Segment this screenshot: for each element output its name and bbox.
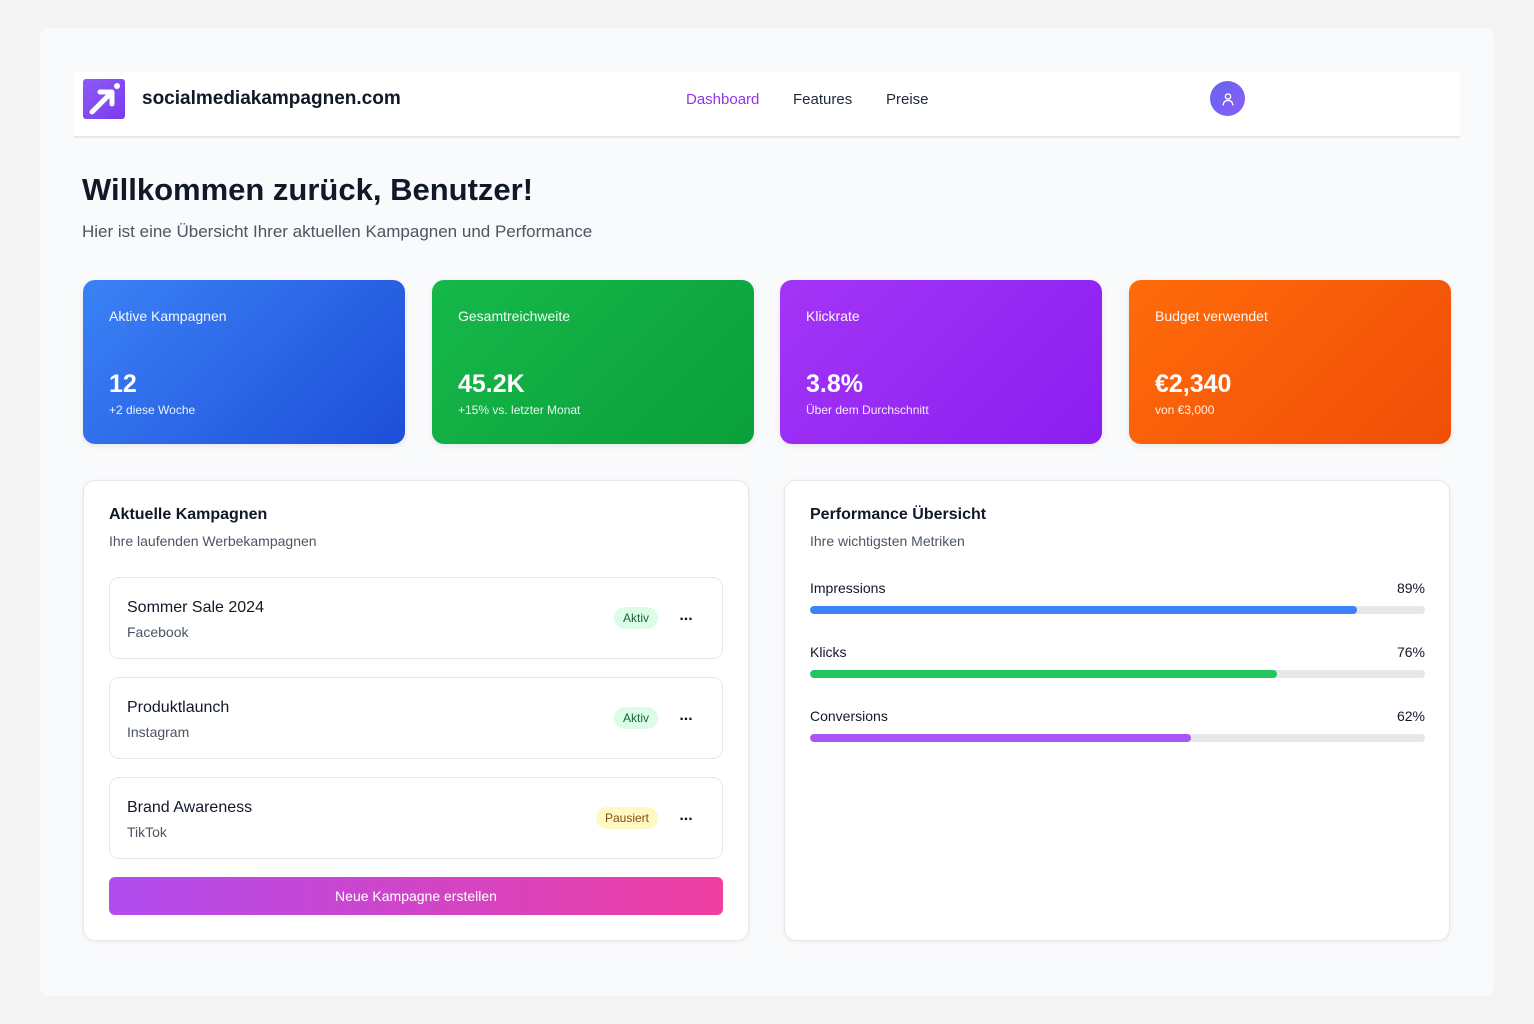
progress-track [810,606,1425,614]
campaign-platform: Instagram [127,724,190,740]
campaign-platform: TikTok [127,824,167,840]
more-options-icon[interactable]: ... [676,705,696,731]
nav-features[interactable]: Features [793,91,852,108]
stat-label: Aktive Kampagnen [109,308,227,324]
page-subtitle: Hier ist eine Übersicht Ihrer aktuellen … [82,222,593,241]
performance-subtitle: Ihre wichtigsten Metriken [810,533,965,549]
metric-label: Conversions [810,708,888,724]
progress-track [810,670,1425,678]
performance-panel: Performance Übersicht Ihre wichtigsten M… [784,480,1450,941]
progress-track [810,734,1425,742]
top-navigation-bar: socialmediakampagnen.com Dashboard Featu… [74,72,1460,138]
campaign-platform: Facebook [127,624,189,640]
stat-value: 45.2K [458,370,525,398]
more-options-icon[interactable]: ... [676,605,696,631]
status-badge: Aktiv [613,607,658,629]
campaign-name: Produktlaunch [127,699,230,716]
user-avatar-button[interactable] [1210,81,1245,116]
brand-name[interactable]: socialmediakampagnen.com [142,88,401,110]
nav-dashboard[interactable]: Dashboard [686,91,759,108]
stat-label: Budget verwendet [1155,308,1268,324]
metric-impressions: Impressions 89% [810,580,1425,620]
status-badge: Pausiert [595,807,658,829]
metric-clicks: Klicks 76% [810,644,1425,684]
stat-card-active-campaigns[interactable]: Aktive Kampagnen 12 +2 diese Woche [83,280,405,444]
stat-card-click-rate[interactable]: Klickrate 3.8% Über dem Durchschnitt [780,280,1102,444]
stat-note: Über dem Durchschnitt [806,403,929,417]
page-title: Willkommen zurück, Benutzer! [82,172,534,207]
stat-card-budget-used[interactable]: Budget verwendet €2,340 von €3,000 [1129,280,1451,444]
campaign-name: Brand Awareness [127,799,253,816]
campaigns-subtitle: Ihre laufenden Werbekampagnen [109,533,317,549]
campaign-item[interactable]: Brand Awareness TikTok Pausiert ... [109,777,723,859]
campaigns-title: Aktuelle Kampagnen [109,506,268,523]
stat-note: +15% vs. letzter Monat [458,403,581,417]
stat-value: €2,340 [1155,370,1232,398]
more-options-icon[interactable]: ... [676,805,696,831]
progress-fill [810,670,1278,678]
metric-value: 89% [1396,580,1425,596]
performance-title: Performance Übersicht [810,506,987,523]
status-badge: Aktiv [613,707,658,729]
stat-label: Gesamtreichweite [458,308,571,324]
metric-label: Klicks [810,644,847,660]
campaign-name: Sommer Sale 2024 [127,599,264,616]
progress-fill [810,606,1358,614]
stat-card-total-reach[interactable]: Gesamtreichweite 45.2K +15% vs. letzter … [432,280,754,444]
metric-value: 76% [1396,644,1425,660]
campaigns-panel: Aktuelle Kampagnen Ihre laufenden Werbek… [83,480,749,941]
progress-fill [810,734,1192,742]
stat-value: 12 [109,370,137,398]
metric-conversions: Conversions 62% [810,708,1425,748]
user-icon [1222,92,1233,105]
create-campaign-button[interactable]: Neue Kampagne erstellen [109,877,723,915]
campaign-item[interactable]: Produktlaunch Instagram Aktiv ... [109,677,723,759]
logo-icon[interactable] [83,79,125,119]
nav-preise[interactable]: Preise [886,91,929,108]
stat-value: 3.8% [806,370,863,398]
stat-note: +2 diese Woche [109,403,196,417]
metric-value: 62% [1396,708,1425,724]
metric-label: Impressions [810,580,886,596]
campaign-item[interactable]: Sommer Sale 2024 Facebook Aktiv ... [109,577,723,659]
stat-note: von €3,000 [1155,403,1215,417]
stat-label: Klickrate [806,308,860,324]
